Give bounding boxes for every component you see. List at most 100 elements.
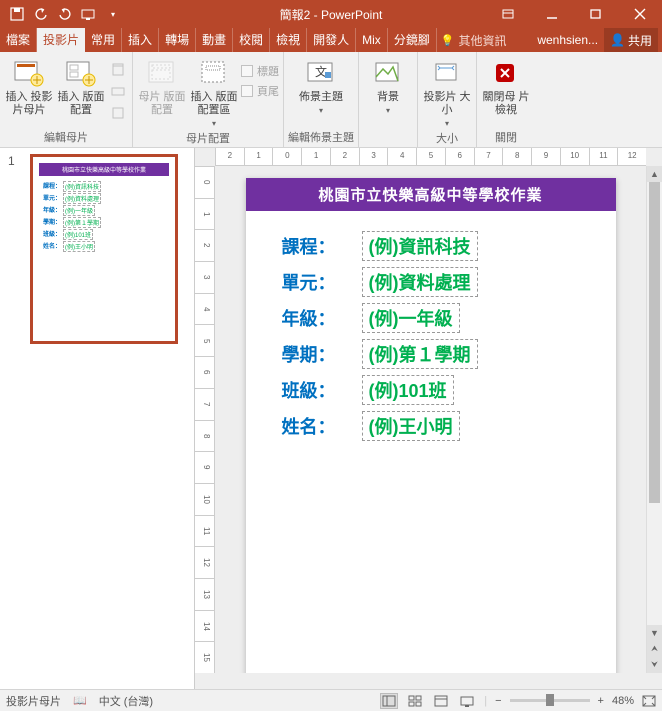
- preserve-button[interactable]: [108, 103, 128, 123]
- field-value[interactable]: (例)資料處理: [362, 267, 478, 297]
- rename-button[interactable]: [108, 81, 128, 101]
- field-value[interactable]: (例)王小明: [362, 411, 460, 441]
- scroll-track[interactable]: [647, 182, 662, 641]
- tell-me[interactable]: 💡 其他資訊: [441, 32, 507, 49]
- themes-icon: 文: [305, 57, 337, 89]
- slide[interactable]: 桃園市立快樂高級中等學校作業 課程：(例)資訊科技單元：(例)資料處理年級：(例…: [246, 178, 616, 673]
- thumbnail-wrapper: 1 桃園市立快樂高級中等學校作業 課程：(例)資訊科技單元：(例)資料處理年級：…: [0, 148, 194, 350]
- tab-mix[interactable]: Mix: [356, 28, 388, 52]
- tab-home[interactable]: 常用: [85, 28, 122, 52]
- tab-file[interactable]: 檔案: [0, 28, 37, 52]
- undo-button[interactable]: [30, 3, 52, 25]
- ruler-tick: 7: [474, 148, 503, 165]
- insert-layout-label: 插入 版面配置: [56, 91, 106, 117]
- fit-to-window-button[interactable]: [642, 695, 656, 707]
- zoom-in-button[interactable]: +: [598, 695, 604, 707]
- ruler-tick: 7: [195, 388, 214, 420]
- slide-master-icon: [13, 57, 45, 89]
- slide-thumbnail[interactable]: 桃園市立快樂高級中等學校作業 課程：(例)資訊科技單元：(例)資料處理年級：(例…: [30, 154, 178, 344]
- slideshow-button[interactable]: [458, 693, 476, 709]
- slide-title-banner[interactable]: 桃園市立快樂高級中等學校作業: [246, 178, 616, 211]
- tab-developer[interactable]: 開發人: [307, 28, 356, 52]
- tab-storyboard[interactable]: 分鏡腳: [388, 28, 437, 52]
- thumb-header: 桃園市立快樂高級中等學校作業: [39, 163, 169, 176]
- title-checkbox-row[interactable]: 標題: [241, 61, 279, 81]
- reading-view-button[interactable]: [432, 693, 450, 709]
- zoom-out-button[interactable]: −: [495, 695, 501, 707]
- scroll-up-button[interactable]: ▲: [647, 166, 662, 182]
- group-size-label: 大小: [436, 128, 458, 148]
- scroll-thumb[interactable]: [649, 182, 660, 503]
- chevron-down-icon: ▾: [212, 119, 216, 128]
- field-label[interactable]: 單元：: [282, 269, 362, 295]
- language-status[interactable]: 中文 (台灣): [99, 693, 153, 709]
- prev-slide-button[interactable]: ⮝: [647, 641, 662, 657]
- field-label[interactable]: 班級：: [282, 377, 362, 403]
- tab-insert[interactable]: 插入: [122, 28, 159, 52]
- zoom-slider[interactable]: [510, 699, 590, 702]
- delete-button[interactable]: [108, 59, 128, 79]
- field-value[interactable]: (例)資訊科技: [362, 231, 478, 261]
- tab-view[interactable]: 檢視: [270, 28, 307, 52]
- field-value[interactable]: (例)第１學期: [362, 339, 478, 369]
- normal-view-button[interactable]: [380, 693, 398, 709]
- slide-size-button[interactable]: 投影片 大小 ▾: [422, 55, 472, 128]
- footer-checkbox-row[interactable]: 頁尾: [241, 81, 279, 101]
- redo-button[interactable]: [54, 3, 76, 25]
- slide-fields: 課程：(例)資訊科技單元：(例)資料處理年級：(例)一年級學期：(例)第１學期班…: [246, 211, 616, 461]
- ruler-tick: 2: [215, 148, 244, 165]
- thumb-row: 班級：(例)101班: [43, 229, 165, 240]
- tab-animations[interactable]: 動畫: [196, 28, 233, 52]
- maximize-button[interactable]: [574, 0, 618, 28]
- slide-size-icon: [431, 57, 463, 89]
- themes-button[interactable]: 文 佈景主題 ▾: [296, 55, 346, 115]
- close-button[interactable]: [618, 0, 662, 28]
- master-layout-button[interactable]: 母片 版面配置: [137, 55, 187, 117]
- ruler-tick: 8: [502, 148, 531, 165]
- vertical-scrollbar[interactable]: ▲ ▼ ⮝ ⮟: [646, 166, 662, 673]
- close-master-view-button[interactable]: 關閉母 片檢視: [481, 55, 531, 117]
- start-from-beginning-button[interactable]: [78, 3, 100, 25]
- tab-slide-master[interactable]: 投影片: [37, 28, 85, 52]
- group-close: 關閉母 片檢視 關閉: [477, 52, 535, 147]
- account-area: wenhsien... 👤 共用: [533, 28, 662, 52]
- field-label[interactable]: 課程：: [282, 233, 362, 259]
- group-master-layout: 母片 版面配置 插入 版面配置區 ▾ 標題 頁尾 母片配置: [133, 52, 284, 147]
- insert-placeholder-button[interactable]: 插入 版面配置區 ▾: [189, 55, 239, 128]
- field-label[interactable]: 年級：: [282, 305, 362, 331]
- field-value[interactable]: (例)一年級: [362, 303, 460, 333]
- minimize-button[interactable]: [530, 0, 574, 28]
- insert-slide-master-button[interactable]: 插入 投影片母片: [4, 55, 54, 117]
- slide-area[interactable]: 桃園市立快樂高級中等學校作業 課程：(例)資訊科技單元：(例)資料處理年級：(例…: [215, 166, 646, 673]
- qat-customize-button[interactable]: ▾: [102, 3, 124, 25]
- thumb-row: 年級：(例)一年級: [43, 205, 165, 216]
- save-button[interactable]: [6, 3, 28, 25]
- view-status[interactable]: 投影片母片: [6, 693, 61, 709]
- field-value[interactable]: (例)101班: [362, 375, 454, 405]
- ruler-tick: 1: [195, 198, 214, 230]
- group-background: 背景 ▾: [359, 52, 418, 147]
- field-row: 姓名：(例)王小明: [282, 411, 580, 441]
- background-button[interactable]: 背景 ▾: [363, 55, 413, 115]
- field-label[interactable]: 姓名：: [282, 413, 362, 439]
- ribbon-options-button[interactable]: [486, 0, 530, 28]
- scroll-down-button[interactable]: ▼: [647, 625, 662, 641]
- zoom-level[interactable]: 48%: [612, 695, 634, 707]
- work-area: 1 桃園市立快樂高級中等學校作業 課程：(例)資訊科技單元：(例)資料處理年級：…: [0, 148, 662, 689]
- thumb-row: 學期：(例)第１學期: [43, 217, 165, 228]
- tab-transitions[interactable]: 轉場: [159, 28, 196, 52]
- spellcheck-icon[interactable]: 📖: [73, 694, 87, 707]
- tab-review[interactable]: 校閱: [233, 28, 270, 52]
- group-edit-master: 插入 投影片母片 插入 版面配置 編輯母片: [0, 52, 133, 147]
- next-slide-button[interactable]: ⮟: [647, 657, 662, 673]
- share-button[interactable]: 👤 共用: [604, 28, 658, 52]
- insert-layout-button[interactable]: 插入 版面配置: [56, 55, 106, 117]
- thumb-row: 單元：(例)資料處理: [43, 193, 165, 204]
- chevron-down-icon: ▾: [445, 119, 449, 128]
- thumbnail-panel[interactable]: 1 桃園市立快樂高級中等學校作業 課程：(例)資訊科技單元：(例)資料處理年級：…: [0, 148, 195, 689]
- slide-sorter-button[interactable]: [406, 693, 424, 709]
- field-label[interactable]: 學期：: [282, 341, 362, 367]
- user-name[interactable]: wenhsien...: [537, 33, 598, 47]
- thumb-row: 課程：(例)資訊科技: [43, 181, 165, 192]
- zoom-handle[interactable]: [546, 694, 554, 706]
